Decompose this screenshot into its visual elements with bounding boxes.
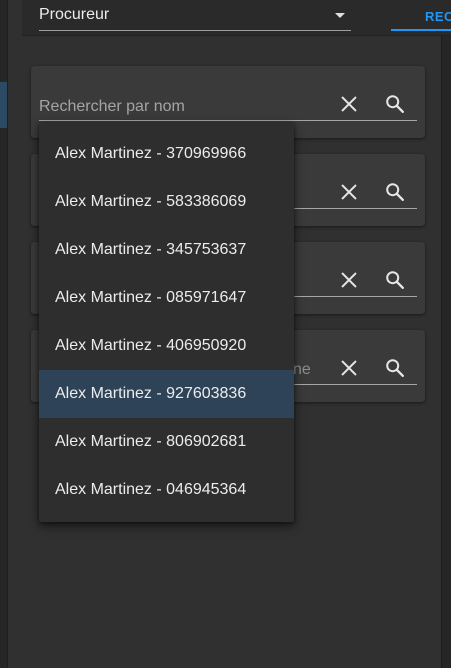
- dropdown-option[interactable]: Alex Martinez - 406950920: [39, 322, 294, 370]
- dropdown-option[interactable]: Alex Martinez - 046945364: [39, 466, 294, 514]
- role-select-value: Procureur: [39, 6, 110, 23]
- tab-rec[interactable]: REC: [391, 0, 451, 31]
- dropdown-option[interactable]: Alex Martinez - 370969966: [39, 130, 294, 178]
- dropdown-option-highlighted[interactable]: Alex Martinez - 927603836: [39, 370, 294, 418]
- search-icon[interactable]: [383, 356, 407, 380]
- left-rail: [0, 0, 8, 668]
- tab-rec-label: REC: [425, 9, 451, 24]
- search-icon[interactable]: [383, 268, 407, 292]
- search-icon[interactable]: [383, 180, 407, 204]
- dropdown-option[interactable]: Alex Martinez - 345753637: [39, 226, 294, 274]
- close-icon[interactable]: [337, 180, 361, 204]
- autocomplete-dropdown: Alex Martinez - 370969966 Alex Martinez …: [39, 122, 294, 522]
- dropdown-option[interactable]: Alex Martinez - 583386069: [39, 178, 294, 226]
- search-icon[interactable]: [383, 92, 407, 116]
- caret-down-icon: [335, 13, 345, 18]
- search-underline: [39, 120, 417, 121]
- close-icon[interactable]: [337, 268, 361, 292]
- top-bar: Procureur REC: [22, 0, 451, 36]
- dropdown-option[interactable]: Alex Martinez - 085971647: [39, 274, 294, 322]
- search-hint-text: ne: [293, 361, 311, 378]
- search-input-1[interactable]: [39, 96, 329, 118]
- dropdown-option[interactable]: Alex Martinez - 806902681: [39, 418, 294, 466]
- right-panel: [441, 0, 451, 668]
- left-rail-active-indicator: [0, 82, 7, 128]
- role-select[interactable]: Procureur: [39, 0, 351, 31]
- close-icon[interactable]: [337, 92, 361, 116]
- close-icon[interactable]: [337, 356, 361, 380]
